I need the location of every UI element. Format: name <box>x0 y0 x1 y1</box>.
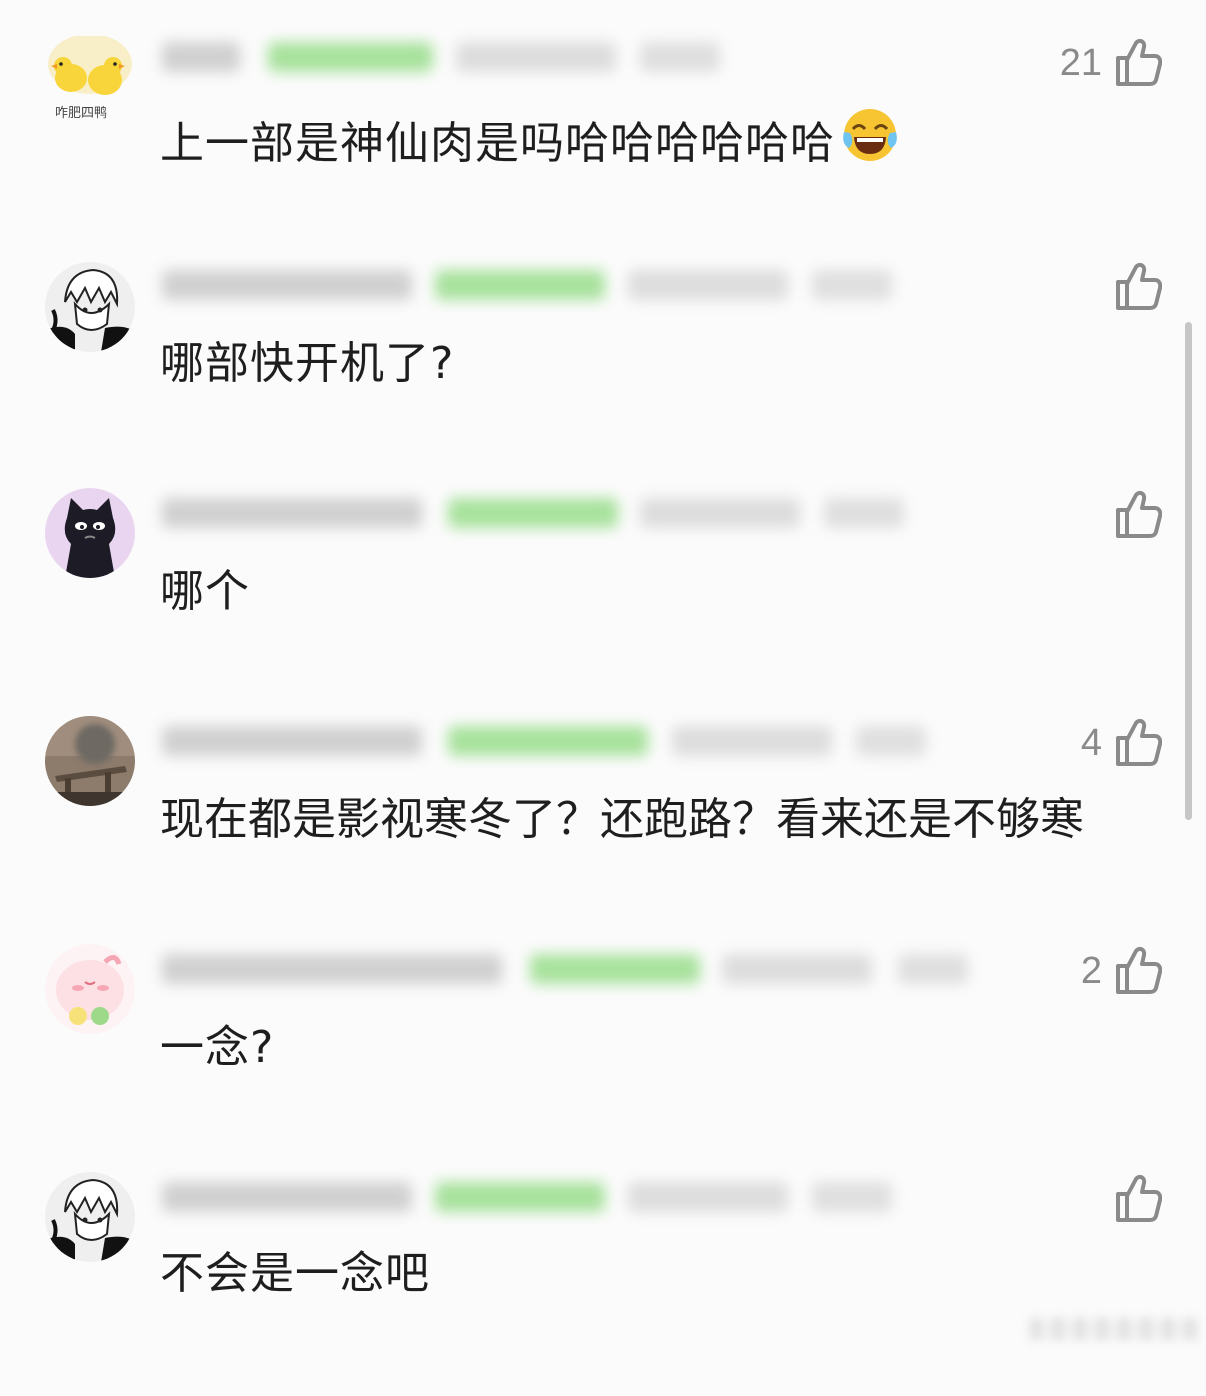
location-blurred <box>640 42 720 72</box>
laughing-tears-emoji-icon <box>841 106 899 164</box>
comment-meta-blurred <box>160 484 940 540</box>
comment-item: 不会是一念吧 <box>0 1168 1206 1396</box>
thumbs-up-icon <box>1116 490 1162 538</box>
timestamp-blurred <box>672 726 832 756</box>
like-button[interactable]: 2 <box>1081 946 1162 996</box>
comment-meta-blurred <box>160 1168 940 1224</box>
thumbs-up-icon <box>1116 1174 1162 1222</box>
username-blurred[interactable] <box>162 1182 412 1212</box>
like-count: 4 <box>1080 721 1102 764</box>
like-button[interactable] <box>1102 1174 1162 1224</box>
like-count: 2 <box>1080 949 1102 992</box>
username-blurred[interactable] <box>162 498 422 528</box>
username-blurred[interactable] <box>162 42 240 72</box>
avatar[interactable] <box>45 488 135 578</box>
comment-text: 不会是一念吧 <box>160 1248 430 1299</box>
fan-tag-blurred <box>448 726 648 756</box>
like-button[interactable] <box>1102 490 1162 540</box>
timestamp-blurred <box>628 1182 788 1212</box>
scrollbar[interactable] <box>1185 322 1192 820</box>
comment-text: 现在都是影视寒冬了？还跑路？看来还是不够寒 <box>160 794 1084 845</box>
bottom-watermark-blurred <box>1030 1318 1200 1340</box>
thumbs-up-icon <box>1116 262 1162 310</box>
comment-item: 咋肥四鸭 21 上一部是神仙肉是吗哈哈哈哈哈哈 <box>0 28 1206 256</box>
thumbs-up-icon <box>1116 718 1162 766</box>
pink-character-icon <box>45 944 135 1034</box>
comment-item: 4 现在都是影视寒冬了？还跑路？看来还是不够寒 <box>0 712 1206 940</box>
avatar[interactable] <box>45 262 135 352</box>
comment-item: 2 一念? <box>0 940 1206 1168</box>
comment-text-content: 上一部是神仙肉是吗哈哈哈哈哈哈 <box>160 118 835 169</box>
like-count: 21 <box>1059 41 1102 84</box>
comment-text: 哪部快开机了? <box>160 338 455 389</box>
location-blurred <box>812 270 892 300</box>
comment-meta-blurred <box>160 28 940 84</box>
avatar-caption: 咋肥四鸭 <box>55 106 108 121</box>
thumbs-up-icon <box>1116 38 1162 86</box>
comment-text: 上一部是神仙肉是吗哈哈哈哈哈哈 <box>160 106 899 172</box>
anime-boy-icon <box>45 262 135 352</box>
timestamp-blurred <box>456 42 616 72</box>
anime-boy-icon <box>45 1172 135 1262</box>
like-button[interactable] <box>1102 262 1162 312</box>
location-blurred <box>812 1182 892 1212</box>
like-button[interactable]: 4 <box>1081 718 1162 768</box>
avatar[interactable] <box>45 1172 135 1262</box>
comment-meta-blurred <box>160 940 968 996</box>
comment-text: 哪个 <box>160 566 250 617</box>
timestamp-blurred <box>640 498 800 528</box>
fan-tag-blurred <box>530 954 700 984</box>
comment-meta-blurred <box>160 256 940 312</box>
avatar[interactable] <box>45 944 135 1034</box>
like-button[interactable]: 21 <box>1060 38 1162 88</box>
black-cat-icon <box>45 488 135 578</box>
fan-tag-blurred <box>435 270 605 300</box>
comment-item: 哪个 <box>0 484 1206 712</box>
fan-tag-blurred <box>268 42 433 72</box>
fan-tag-blurred <box>435 1182 605 1212</box>
comment-item: 哪部快开机了? <box>0 256 1206 484</box>
avatar[interactable] <box>45 716 135 806</box>
timestamp-blurred <box>628 270 788 300</box>
comment-text: 一念? <box>160 1022 275 1073</box>
timestamp-blurred <box>722 954 872 984</box>
location-blurred <box>824 498 904 528</box>
username-blurred[interactable] <box>162 270 412 300</box>
fan-tag-blurred <box>448 498 618 528</box>
location-blurred <box>898 954 968 984</box>
photo-icon <box>45 716 135 806</box>
comment-meta-blurred <box>160 712 940 768</box>
username-blurred[interactable] <box>162 726 422 756</box>
avatar[interactable]: 咋肥四鸭 <box>45 36 135 126</box>
location-blurred <box>856 726 926 756</box>
username-blurred[interactable] <box>162 954 502 984</box>
thumbs-up-icon <box>1116 946 1162 994</box>
